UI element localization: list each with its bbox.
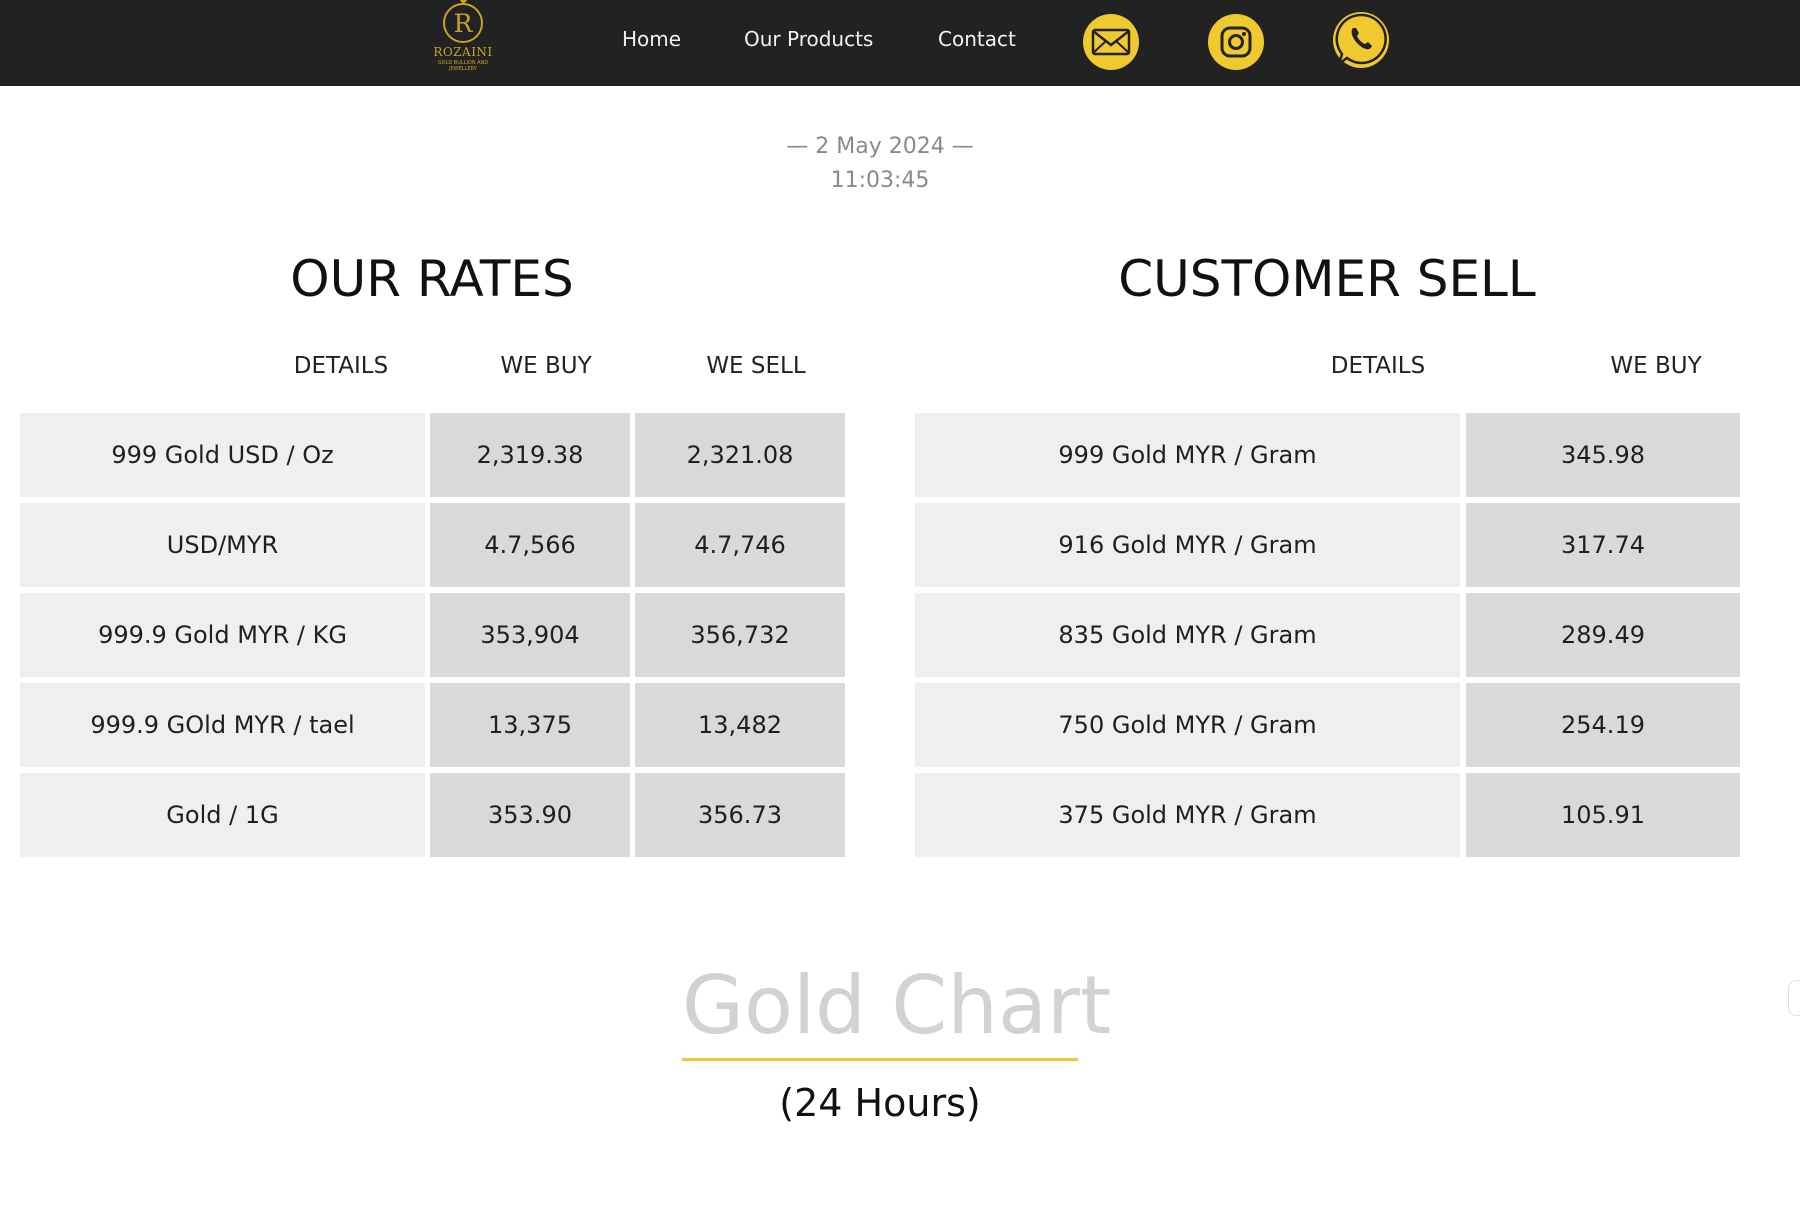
top-navbar: R ROZAINI GOLD BULLION AND JEWELLERY Hom… bbox=[0, 0, 1800, 86]
envelope-icon bbox=[1091, 28, 1131, 56]
logo-name: ROZAINI bbox=[433, 45, 493, 59]
our-rates-sell-cell: 356.73 bbox=[635, 773, 845, 857]
customer-sell-title: CUSTOMER SELL bbox=[1118, 250, 1536, 308]
email-button[interactable] bbox=[1083, 14, 1139, 70]
side-widget-tab[interactable] bbox=[1788, 980, 1800, 1016]
our-rates-sell-cell: 13,482 bbox=[635, 683, 845, 767]
gold-chart-title: Gold Chart bbox=[682, 959, 1112, 1052]
page: R ROZAINI GOLD BULLION AND JEWELLERY Hom… bbox=[0, 0, 1800, 1212]
instagram-button[interactable] bbox=[1208, 14, 1264, 70]
customer-sell-details-cell: 835 Gold MYR / Gram bbox=[915, 593, 1460, 677]
customer-sell-buy-cell: 105.91 bbox=[1466, 773, 1740, 857]
customer-sell-header-buy: WE BUY bbox=[1610, 353, 1702, 379]
our-rates-header-sell: WE SELL bbox=[706, 353, 806, 379]
nav-link-contact[interactable]: Contact bbox=[938, 26, 1016, 52]
customer-sell-details-cell: 750 Gold MYR / Gram bbox=[915, 683, 1460, 767]
our-rates-buy-cell: 2,319.38 bbox=[430, 413, 630, 497]
nav-link-home[interactable]: Home bbox=[622, 26, 681, 52]
gold-chart-underline bbox=[682, 1058, 1078, 1061]
customer-sell-buy-cell: 317.74 bbox=[1466, 503, 1740, 587]
customer-sell-buy-cell: 254.19 bbox=[1466, 683, 1740, 767]
our-rates-details-cell: 999.9 Gold MYR / KG bbox=[20, 593, 425, 677]
our-rates-buy-cell: 353.90 bbox=[430, 773, 630, 857]
logo-monogram: R bbox=[443, 3, 483, 43]
our-rates-sell-cell: 4.7,746 bbox=[635, 503, 845, 587]
our-rates-details-cell: USD/MYR bbox=[20, 503, 425, 587]
current-date: — 2 May 2024 — bbox=[786, 134, 974, 159]
our-rates-details-cell: Gold / 1G bbox=[20, 773, 425, 857]
instagram-icon bbox=[1220, 26, 1252, 58]
our-rates-details-cell: 999 Gold USD / Oz bbox=[20, 413, 425, 497]
our-rates-title: OUR RATES bbox=[290, 250, 574, 308]
brand-logo[interactable]: R ROZAINI GOLD BULLION AND JEWELLERY bbox=[428, 0, 498, 74]
customer-sell-details-cell: 916 Gold MYR / Gram bbox=[915, 503, 1460, 587]
nav-link-our-products[interactable]: Our Products bbox=[744, 26, 873, 52]
gold-chart-subtitle: (24 Hours) bbox=[779, 1081, 981, 1125]
whatsapp-icon bbox=[1335, 13, 1387, 68]
current-time: 11:03:45 bbox=[830, 168, 930, 193]
logo-tagline: GOLD BULLION AND JEWELLERY bbox=[437, 60, 489, 72]
customer-sell-header-details: DETAILS bbox=[1330, 353, 1426, 379]
our-rates-buy-cell: 4.7,566 bbox=[430, 503, 630, 587]
customer-sell-buy-cell: 289.49 bbox=[1466, 593, 1740, 677]
our-rates-details-cell: 999.9 GOld MYR / tael bbox=[20, 683, 425, 767]
whatsapp-button[interactable] bbox=[1333, 12, 1389, 68]
customer-sell-buy-cell: 345.98 bbox=[1466, 413, 1740, 497]
our-rates-buy-cell: 353,904 bbox=[430, 593, 630, 677]
customer-sell-details-cell: 375 Gold MYR / Gram bbox=[915, 773, 1460, 857]
our-rates-header-details: DETAILS bbox=[293, 353, 389, 379]
our-rates-buy-cell: 13,375 bbox=[430, 683, 630, 767]
customer-sell-details-cell: 999 Gold MYR / Gram bbox=[915, 413, 1460, 497]
our-rates-header-buy: WE BUY bbox=[500, 353, 592, 379]
our-rates-sell-cell: 356,732 bbox=[635, 593, 845, 677]
our-rates-sell-cell: 2,321.08 bbox=[635, 413, 845, 497]
